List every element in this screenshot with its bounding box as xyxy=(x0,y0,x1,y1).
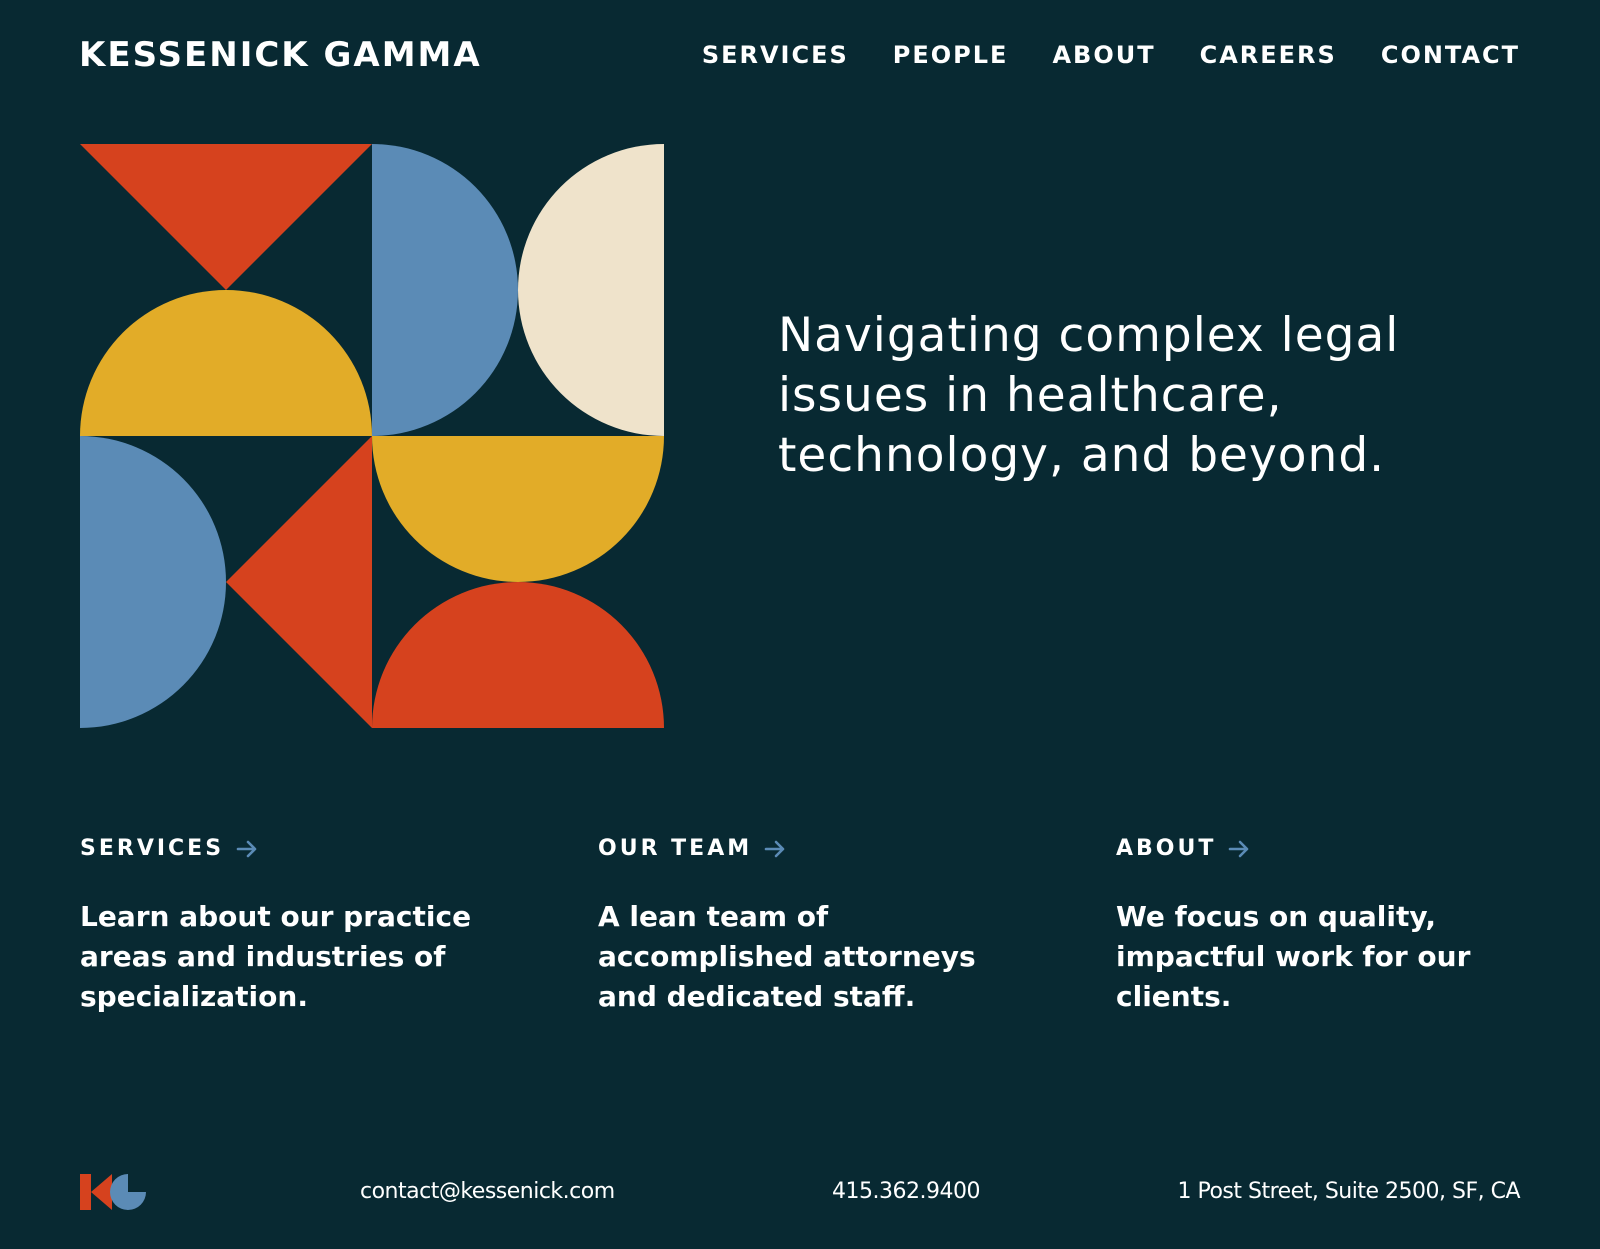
our-team-link[interactable]: OUR TEAM xyxy=(598,835,786,863)
footer-address: 1 Post Street, Suite 2500, SF, CA xyxy=(1177,1179,1520,1204)
nav-about[interactable]: ABOUT xyxy=(1052,40,1155,70)
nav-services[interactable]: SERVICES xyxy=(702,40,849,70)
red-triangle-shape xyxy=(80,144,372,290)
yellow-half-circle-shape xyxy=(80,290,372,436)
site-header: KESSENICK GAMMA SERVICES PEOPLE ABOUT CA… xyxy=(0,0,1600,110)
about-description: We focus on quality, impactful work for … xyxy=(1116,900,1471,1013)
arrow-right-icon xyxy=(236,840,257,858)
blue-half-circle-shape xyxy=(372,144,518,436)
services-column: SERVICES Learn about our practice areas … xyxy=(80,835,500,1017)
blue-half-circle-lower-shape xyxy=(80,436,226,728)
arrow-right-icon xyxy=(1229,840,1249,858)
red-half-circle-shape xyxy=(372,582,664,728)
footer-phone-link[interactable]: 415.362.9400 xyxy=(832,1178,980,1206)
cream-half-circle-shape xyxy=(518,144,664,436)
services-description: Learn about our practice areas and indus… xyxy=(80,900,472,1013)
team-description: A lean team of accomplished attorneys an… xyxy=(598,900,976,1013)
kg-logo-icon[interactable] xyxy=(80,1174,146,1210)
brand-logo[interactable]: KESSENICK GAMMA xyxy=(79,35,482,75)
team-column: OUR TEAM A lean team of accomplished att… xyxy=(598,835,1018,1017)
nav-contact[interactable]: CONTACT xyxy=(1381,40,1520,70)
arrow-right-icon xyxy=(764,840,785,858)
our-team-label: OUR TEAM xyxy=(598,836,753,861)
nav-careers[interactable]: CAREERS xyxy=(1200,40,1337,70)
services-link[interactable]: SERVICES xyxy=(80,835,258,863)
footer-email-link[interactable]: contact@kessenick.com xyxy=(360,1178,615,1206)
site-footer: contact@kessenick.com 415.362.9400 1 Pos… xyxy=(0,1172,1600,1212)
hero-tagline: Navigating complex legal issues in healt… xyxy=(778,308,1400,483)
about-label: ABOUT xyxy=(1116,836,1217,861)
main-nav: SERVICES PEOPLE ABOUT CAREERS CONTACT xyxy=(702,40,1520,70)
red-triangle-lower-shape xyxy=(226,436,372,728)
yellow-bowl-shape xyxy=(372,436,664,582)
nav-people[interactable]: PEOPLE xyxy=(893,40,1009,70)
about-link[interactable]: ABOUT xyxy=(1116,835,1250,863)
about-column: ABOUT We focus on quality, impactful wor… xyxy=(1116,835,1536,1017)
services-label: SERVICES xyxy=(80,836,225,861)
hero-geometric-illustration xyxy=(80,144,664,728)
